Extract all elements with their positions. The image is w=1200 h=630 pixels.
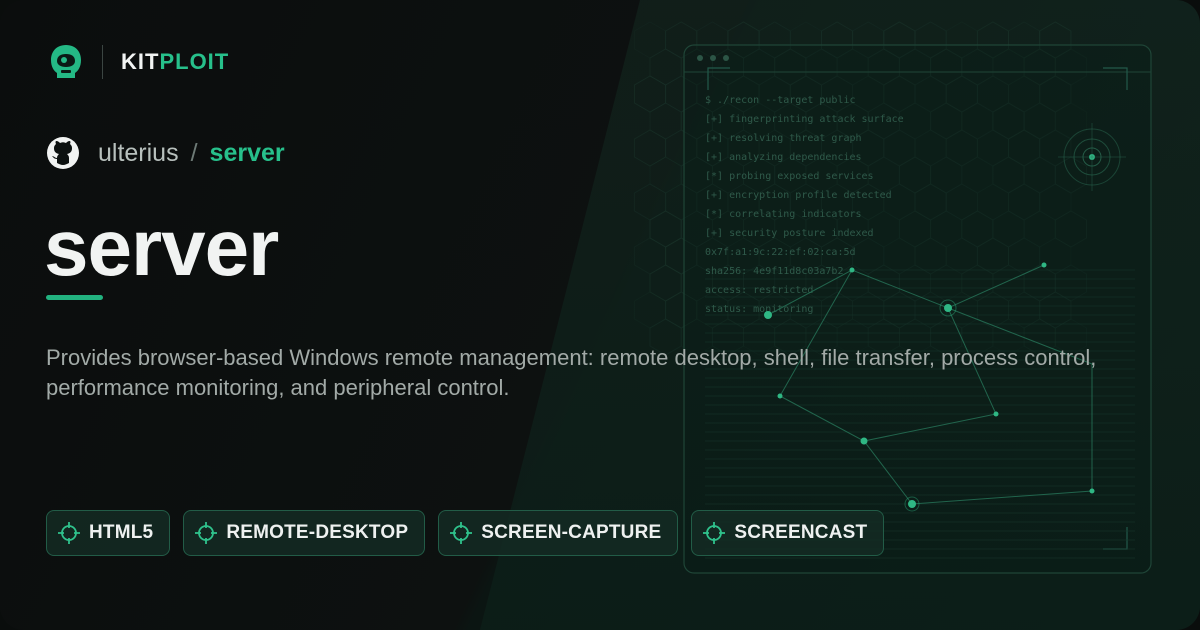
- repo-breadcrumb[interactable]: ulterius / server: [46, 134, 285, 172]
- crosshair-icon: [449, 521, 473, 545]
- terminal-line: [+] analyzing dependencies: [705, 152, 862, 163]
- crosshair-icon: [194, 521, 218, 545]
- crosshair-icon: [57, 521, 81, 545]
- window-dot-icon: [710, 55, 716, 61]
- tag-screen-capture[interactable]: SCREEN-CAPTURE: [438, 510, 679, 556]
- terminal-line: 0x7f:a1:9c:22:ef:02:ca:5d: [705, 247, 856, 258]
- brand-name-part2: PLOIT: [159, 49, 230, 74]
- repo-description: Provides browser-based Windows remote ma…: [46, 345, 1097, 400]
- terminal-line: access: restricted: [705, 285, 813, 296]
- brand-divider: [102, 45, 103, 79]
- repo-owner[interactable]: ulterius: [98, 139, 179, 168]
- terminal-line: [+] fingerprinting attack surface: [705, 114, 904, 125]
- tag-screencast[interactable]: SCREENCAST: [691, 510, 885, 556]
- terminal-line: sha256: 4e9f11d8c03a7b2: [705, 266, 843, 277]
- helmet-logo-icon: [46, 42, 86, 82]
- repo-name[interactable]: server: [210, 139, 285, 168]
- brand-name: KITPLOIT: [121, 49, 229, 75]
- github-icon: [46, 136, 80, 170]
- title-underline: [46, 295, 103, 300]
- terminal-line: [+] resolving threat graph: [705, 133, 862, 144]
- tag-remote-desktop[interactable]: REMOTE-DESKTOP: [183, 510, 426, 556]
- page-title: server: [44, 203, 279, 292]
- brand-name-part1: KIT: [121, 49, 160, 74]
- crosshair-icon: [702, 521, 726, 545]
- window-dot-icon: [723, 55, 729, 61]
- tag-label: SCREEN-CAPTURE: [481, 522, 662, 543]
- window-dot-icon: [697, 55, 703, 61]
- tag-list: HTML5 REMOTE-DESKTOP SCREEN-CAPTURE SCRE…: [46, 510, 885, 556]
- terminal-line: [+] encryption profile detected: [705, 190, 892, 201]
- terminal-line: status: monitoring: [705, 304, 813, 315]
- tag-label: SCREENCAST: [734, 522, 868, 543]
- social-card: $ ./recon --target public [+] fingerprint…: [0, 0, 1200, 630]
- tag-html5[interactable]: HTML5: [46, 510, 171, 556]
- tag-label: REMOTE-DESKTOP: [226, 522, 409, 543]
- breadcrumb-separator: /: [190, 138, 198, 167]
- terminal-line: [*] probing exposed services: [705, 171, 874, 182]
- tag-label: HTML5: [89, 522, 154, 543]
- brand-header[interactable]: KITPLOIT: [46, 40, 229, 84]
- terminal-line: [*] correlating indicators: [705, 209, 862, 220]
- terminal-line: $ ./recon --target public: [705, 95, 856, 106]
- terminal-line: [+] security posture indexed: [705, 228, 874, 239]
